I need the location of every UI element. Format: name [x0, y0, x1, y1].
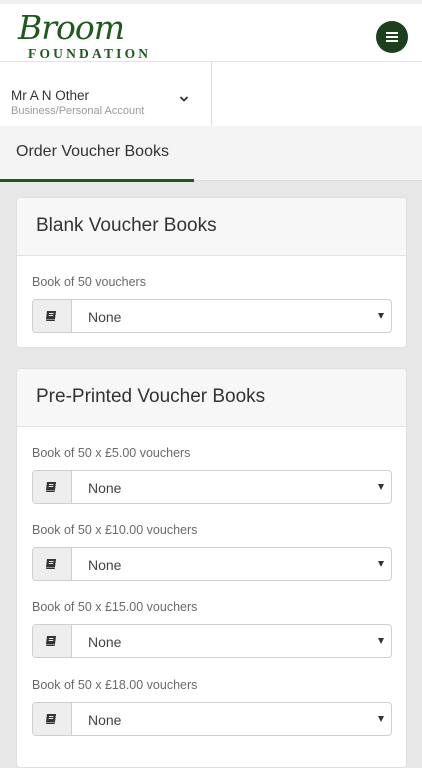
broom-foundation-logo[interactable]: Broom FOUNDATION [16, 8, 186, 66]
blank-voucher-books-panel: Blank Voucher Books Book of 50 vouchers … [16, 197, 407, 348]
account-name: Mr A N Other [11, 88, 90, 103]
quantity-select[interactable]: None [32, 470, 392, 504]
caret-down-icon [378, 313, 384, 319]
pre-printed-voucher-books-panel: Pre-Printed Voucher Books Book of 50 x £… [16, 368, 407, 768]
panel-header: Pre-Printed Voucher Books [17, 369, 406, 427]
quantity-select[interactable]: None [32, 547, 392, 581]
logo-subtitle: FOUNDATION [28, 46, 152, 61]
account-spacer [212, 62, 422, 126]
field-label: Book of 50 x £18.00 vouchers [32, 678, 198, 692]
field-label: Book of 50 vouchers [32, 275, 146, 289]
hamburger-icon [386, 32, 398, 34]
caret-down-icon [378, 716, 384, 722]
quantity-select[interactable]: None [32, 624, 392, 658]
select-value: None [88, 480, 122, 496]
book-icon [33, 471, 72, 503]
field-label: Book of 50 x £10.00 vouchers [32, 523, 198, 537]
select-value: None [88, 712, 122, 728]
select-value: None [88, 557, 122, 573]
caret-down-icon [378, 484, 384, 490]
caret-down-icon [378, 561, 384, 567]
quantity-select[interactable]: None [32, 702, 392, 736]
book-icon [33, 548, 72, 580]
tab-bar: Order Voucher Books [0, 126, 422, 182]
book-icon [33, 703, 72, 735]
panel-header: Blank Voucher Books [17, 198, 406, 256]
field-label: Book of 50 x £15.00 vouchers [32, 600, 198, 614]
chevron-down-icon [179, 96, 189, 102]
caret-down-icon [378, 638, 384, 644]
top-bar: Broom FOUNDATION [0, 0, 422, 64]
quantity-select[interactable]: None [32, 299, 392, 333]
book-icon [33, 300, 72, 332]
book-icon [33, 625, 72, 657]
logo-script: Broom [18, 8, 125, 47]
account-selector[interactable]: Mr A N Other Business/Personal Account [0, 62, 212, 126]
account-type: Business/Personal Account [11, 105, 145, 117]
select-value: None [88, 309, 122, 325]
tab-label: Order Voucher Books [16, 143, 169, 160]
tab-order-voucher-books[interactable]: Order Voucher Books [0, 126, 194, 182]
select-value: None [88, 634, 122, 650]
section-title: Pre-Printed Voucher Books [36, 386, 266, 407]
menu-button[interactable] [376, 21, 408, 53]
section-title: Blank Voucher Books [36, 215, 217, 236]
active-tab-indicator [0, 179, 194, 182]
field-label: Book of 50 x £5.00 vouchers [32, 446, 191, 460]
